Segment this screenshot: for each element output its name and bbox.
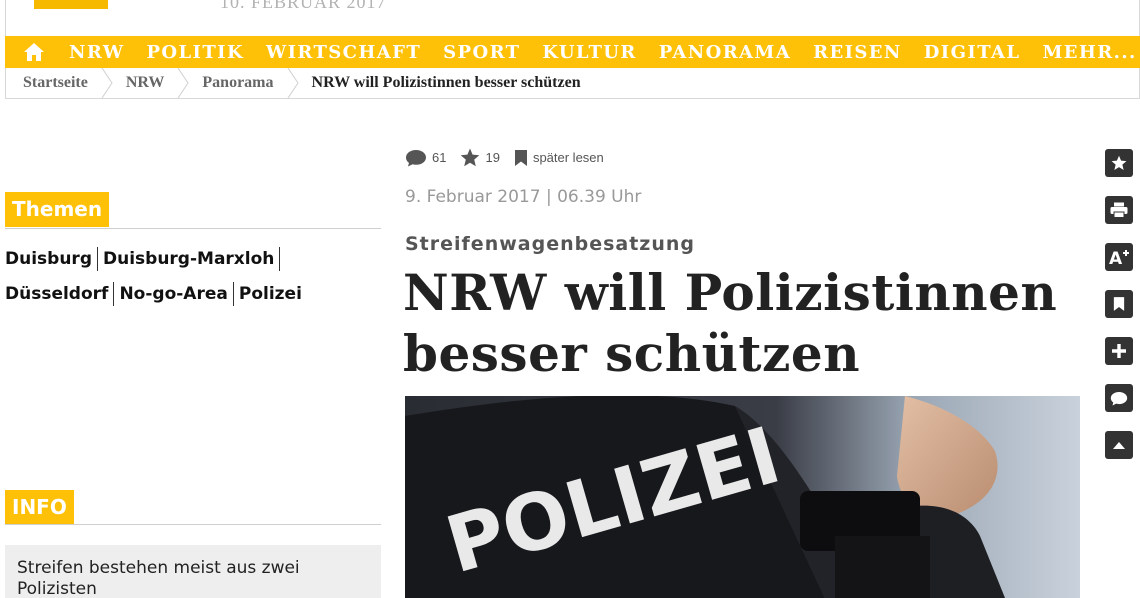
bookmark-icon: [514, 149, 527, 166]
breadcrumb-current: NRW will Polizistinnen besser schützen: [311, 74, 581, 91]
info-divider: [5, 524, 381, 525]
comment-icon: [406, 149, 426, 166]
theme-link-duesseldorf[interactable]: Düsseldorf: [5, 282, 115, 306]
themes-divider: [5, 228, 381, 229]
font-size-button[interactable]: A: [1105, 243, 1133, 271]
article-toolbar: A: [1105, 149, 1133, 478]
print-button[interactable]: [1105, 196, 1133, 224]
comments-count: 61: [432, 150, 447, 165]
logo[interactable]: [34, 0, 108, 9]
nav-item-mehr[interactable]: MEHR...: [1042, 42, 1136, 63]
nav-item-digital[interactable]: DIGITAL: [924, 42, 1021, 63]
print-icon: [1110, 202, 1128, 218]
home-icon[interactable]: [23, 42, 45, 62]
comments-link[interactable]: 61: [405, 149, 446, 167]
add-button[interactable]: [1105, 337, 1133, 365]
bookmark-icon: [1113, 297, 1125, 311]
comment-button[interactable]: [1105, 384, 1133, 412]
themes-list: Duisburg Duisburg-Marxloh Düsseldorf No-…: [5, 245, 381, 315]
theme-link-polizei[interactable]: Polizei: [239, 282, 307, 306]
header-top: 10. FEBRUAR 2017: [5, 0, 1140, 36]
main-navigation: NRW POLITIK WIRTSCHAFT SPORT KULTUR PANO…: [5, 36, 1140, 68]
info-text: Streifen bestehen meist aus zwei Polizis…: [17, 558, 300, 598]
nav-item-sport[interactable]: SPORT: [443, 42, 520, 63]
breadcrumb-home[interactable]: Startseite: [23, 74, 88, 92]
theme-link-duisburg[interactable]: Duisburg: [5, 247, 98, 271]
stars-count: 19: [485, 150, 500, 165]
article-photo[interactable]: POLIZEI: [405, 396, 1080, 598]
rating-link[interactable]: 19: [460, 148, 500, 167]
nav-item-panorama[interactable]: PANORAMA: [659, 42, 791, 63]
breadcrumb-nrw[interactable]: NRW: [126, 74, 165, 92]
scroll-top-icon: [1113, 442, 1125, 449]
read-later-label: später lesen: [532, 150, 604, 165]
info-box: Streifen bestehen meist aus zwei Polizis…: [5, 545, 381, 598]
themes-title: Themen: [5, 192, 110, 227]
star-icon: [1111, 155, 1127, 170]
nav-item-reisen[interactable]: REISEN: [813, 42, 902, 63]
breadcrumb-panorama[interactable]: Panorama: [202, 74, 273, 92]
article-kicker: Streifenwagenbesatzung: [405, 233, 696, 255]
bookmark-button[interactable]: [1105, 290, 1133, 318]
theme-link-no-go-area[interactable]: No-go-Area: [119, 282, 234, 306]
breadcrumb-separator-icon: [287, 68, 299, 98]
scroll-top-button[interactable]: [1105, 431, 1133, 459]
theme-link-duisburg-marxloh[interactable]: Duisburg-Marxloh: [103, 247, 281, 271]
comment-icon: [1110, 391, 1128, 405]
article-meta: 61 19 später lesen: [405, 148, 618, 167]
breadcrumb-separator-icon: [101, 68, 113, 98]
article-date: 9. Februar 2017 | 06.39 Uhr: [405, 187, 642, 207]
breadcrumb-separator-icon: [177, 68, 190, 98]
plus-icon: [1112, 344, 1126, 358]
nav-item-nrw[interactable]: NRW: [69, 42, 124, 63]
nav-item-kultur[interactable]: KULTUR: [542, 42, 636, 63]
breadcrumb: Startseite NRW Panorama NRW will Polizis…: [5, 68, 1140, 99]
svg-text:A: A: [1109, 249, 1123, 266]
favorite-button[interactable]: [1105, 149, 1133, 177]
star-icon: [461, 148, 480, 167]
nav-item-politik[interactable]: POLITIK: [146, 42, 244, 63]
nav-item-wirtschaft[interactable]: WIRTSCHAFT: [266, 42, 421, 63]
info-title: INFO: [5, 490, 74, 525]
read-later-link[interactable]: später lesen: [514, 149, 604, 167]
header-date: 10. FEBRUAR 2017: [220, 0, 387, 12]
font-size-icon: A: [1109, 249, 1129, 266]
article-headline: NRW will Polizistinnen besser schützen: [403, 263, 1058, 383]
